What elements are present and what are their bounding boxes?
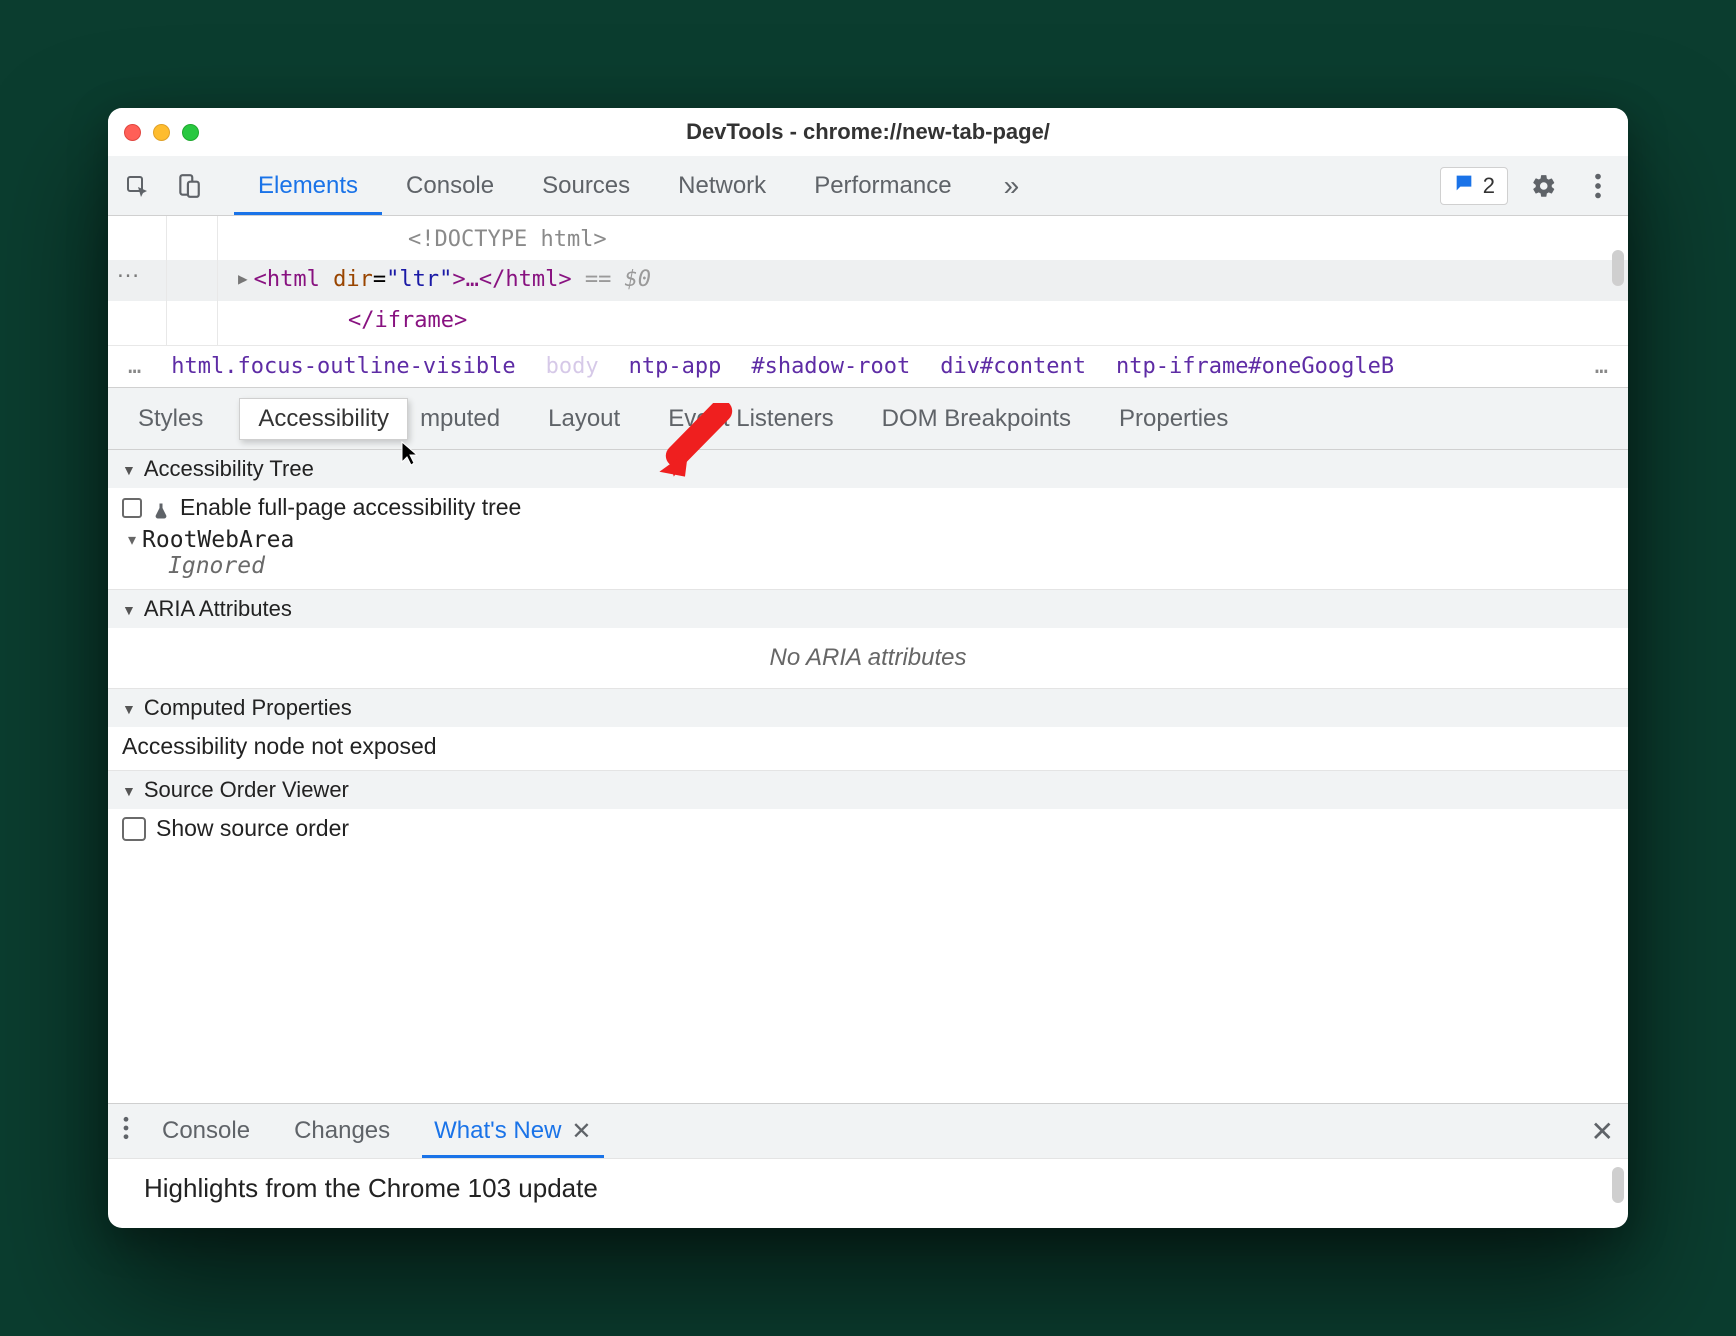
section-title: Computed Properties — [144, 695, 352, 721]
titlebar: DevTools - chrome://new-tab-page/ — [108, 108, 1628, 156]
section-computed-properties: ▼ Computed Properties Accessibility node… — [108, 689, 1628, 771]
scroll-thumb[interactable] — [1612, 1167, 1624, 1203]
issues-chip[interactable]: 2 — [1440, 167, 1508, 205]
no-aria-message: No ARIA attributes — [108, 628, 1628, 688]
breadcrumb-item[interactable]: body — [546, 354, 599, 379]
traffic-lights — [124, 124, 199, 141]
section-source-order: ▼ Source Order Viewer Show source order — [108, 771, 1628, 852]
drawer-tab-whats-new[interactable]: What's New ✕ — [422, 1104, 603, 1158]
tree-root-row[interactable]: ▾ RootWebArea — [122, 527, 1614, 553]
cursor-pointer-icon — [400, 440, 420, 473]
checkbox[interactable] — [122, 817, 146, 841]
dom-line-selected[interactable]: ▶<html dir="ltr">…</html> == $0 — [108, 260, 1628, 301]
tab-properties[interactable]: Properties — [1099, 388, 1248, 449]
show-source-order-label: Show source order — [156, 815, 349, 842]
dom-ellipsis-icon[interactable]: … — [116, 256, 142, 284]
drawer-tab-changes[interactable]: Changes — [282, 1104, 402, 1158]
window-close-button[interactable] — [124, 124, 141, 141]
show-source-order-row[interactable]: Show source order — [122, 815, 1614, 842]
section-aria-attributes: ▼ ARIA Attributes No ARIA attributes — [108, 590, 1628, 689]
devtools-window: DevTools - chrome://new-tab-page/ Elemen… — [108, 108, 1628, 1228]
settings-icon[interactable] — [1526, 168, 1562, 204]
section-title: Accessibility Tree — [144, 456, 314, 482]
breadcrumb-item[interactable]: html.focus-outline-visible — [171, 354, 515, 379]
window-zoom-button[interactable] — [182, 124, 199, 141]
section-header[interactable]: ▼ Source Order Viewer — [108, 771, 1628, 809]
breadcrumb-overflow-left-icon[interactable]: … — [128, 354, 141, 379]
enable-full-page-row[interactable]: Enable full-page accessibility tree — [122, 494, 1614, 521]
dom-line[interactable]: </iframe> — [238, 301, 1614, 341]
kebab-menu-icon[interactable] — [1580, 168, 1616, 204]
tab-accessibility-dragged[interactable]: Accessibility — [239, 398, 408, 440]
breadcrumb-item[interactable]: ntp-app — [629, 354, 722, 379]
drawer-tabbar: Console Changes What's New ✕ ✕ — [108, 1103, 1628, 1159]
window-minimize-button[interactable] — [153, 124, 170, 141]
disclosure-triangle-icon: ▼ — [122, 783, 136, 799]
dom-line[interactable]: <!DOCTYPE html> — [238, 220, 1614, 260]
main-tabs: Elements Console Sources Network Perform… — [234, 156, 976, 215]
breadcrumb-item[interactable]: div#content — [940, 354, 1086, 379]
computed-message: Accessibility node not exposed — [108, 727, 1628, 770]
whats-new-headline: Highlights from the Chrome 103 update — [144, 1173, 598, 1203]
tree-root-label: RootWebArea — [142, 527, 294, 553]
section-header[interactable]: ▼ Computed Properties — [108, 689, 1628, 727]
drawer-tab-console[interactable]: Console — [150, 1104, 262, 1158]
device-toggle-icon[interactable] — [172, 169, 206, 203]
main-toolbar: Elements Console Sources Network Perform… — [108, 156, 1628, 216]
tab-sources[interactable]: Sources — [518, 156, 654, 215]
drawer-body: Highlights from the Chrome 103 update — [108, 1159, 1628, 1228]
breadcrumb-item[interactable]: #shadow-root — [751, 354, 910, 379]
disclosure-triangle-icon: ▼ — [122, 701, 136, 717]
inspect-element-icon[interactable] — [120, 169, 154, 203]
section-header[interactable]: ▼ ARIA Attributes — [108, 590, 1628, 628]
breadcrumb: … html.focus-outline-visible body ntp-ap… — [108, 345, 1628, 388]
enable-full-page-label: Enable full-page accessibility tree — [180, 494, 521, 521]
drawer-close-icon[interactable]: ✕ — [1591, 1115, 1614, 1148]
window-title: DevTools - chrome://new-tab-page/ — [108, 119, 1628, 145]
section-header[interactable]: ▼ Accessibility Tree — [108, 450, 1628, 488]
issues-icon — [1453, 172, 1475, 200]
issues-count: 2 — [1483, 173, 1495, 199]
dom-tree[interactable]: … <!DOCTYPE html> ▶<html dir="ltr">…</ht… — [108, 216, 1628, 345]
tab-console[interactable]: Console — [382, 156, 518, 215]
flask-icon — [152, 499, 170, 517]
drawer-tab-label: What's New — [434, 1117, 561, 1145]
drawer-menu-icon[interactable] — [122, 1116, 130, 1147]
tab-elements[interactable]: Elements — [234, 156, 382, 215]
tree-ignored-row[interactable]: Ignored — [122, 553, 1614, 579]
section-accessibility-tree: ▼ Accessibility Tree Enable full-page ac… — [108, 450, 1628, 590]
disclosure-triangle-icon: ▼ — [122, 462, 136, 478]
tab-layout[interactable]: Layout — [528, 388, 640, 449]
sidebar-tabs: Styles Accessibility mputed Layout Event… — [108, 388, 1628, 450]
checkbox[interactable] — [122, 498, 142, 518]
disclosure-triangle-icon: ▼ — [122, 602, 136, 618]
close-tab-icon[interactable]: ✕ — [571, 1117, 591, 1146]
tab-event-listeners[interactable]: Event Listeners — [648, 388, 853, 449]
section-title: Source Order Viewer — [144, 777, 349, 803]
more-tabs-icon[interactable]: » — [1004, 170, 1020, 202]
tab-network[interactable]: Network — [654, 156, 790, 215]
tab-performance[interactable]: Performance — [790, 156, 975, 215]
tree-ignored-label: Ignored — [168, 553, 265, 579]
scroll-thumb[interactable] — [1612, 250, 1624, 286]
tab-accessibility-label: Accessibility — [258, 405, 389, 433]
chevron-down-icon: ▾ — [128, 530, 136, 550]
breadcrumb-item[interactable]: ntp-iframe#oneGoogleB — [1116, 354, 1394, 379]
breadcrumb-overflow-right-icon[interactable]: … — [1595, 354, 1608, 379]
tab-dom-breakpoints[interactable]: DOM Breakpoints — [862, 388, 1091, 449]
tab-styles[interactable]: Styles — [118, 388, 223, 449]
section-title: ARIA Attributes — [144, 596, 292, 622]
